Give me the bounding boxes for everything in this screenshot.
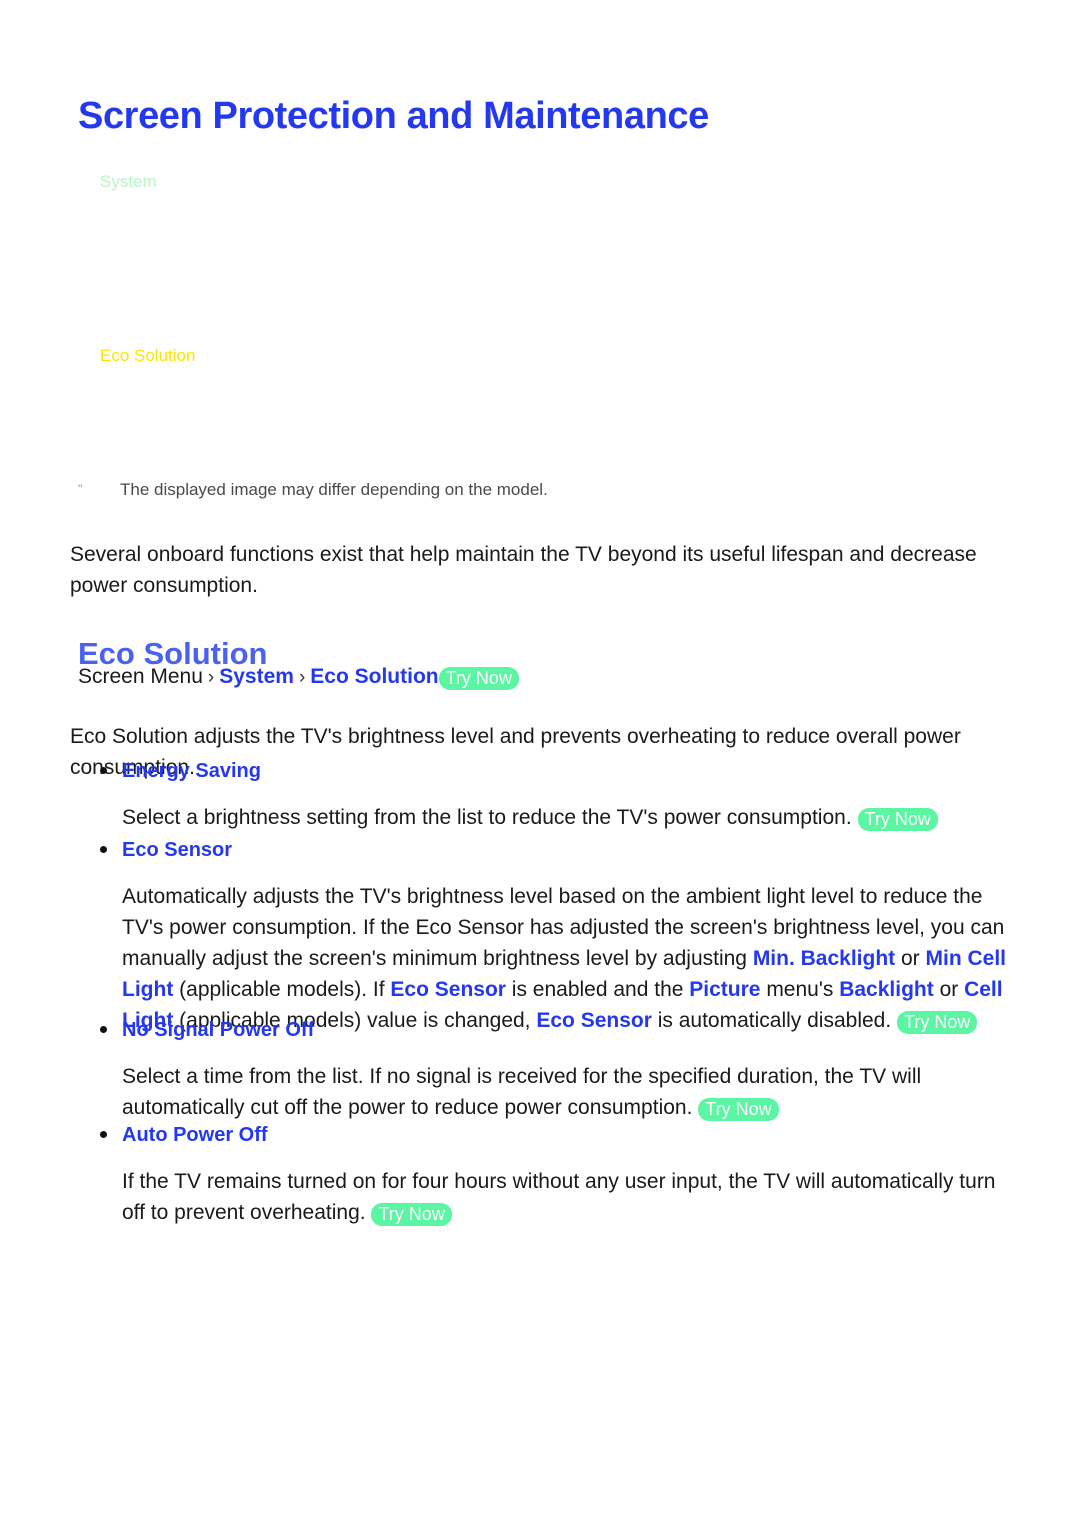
bullet-body-eco-sensor: Automatically adjusts the TV's brightnes… (70, 881, 1010, 1036)
intro-paragraph: Several onboard functions exist that hel… (70, 543, 977, 597)
bullet-text: Select a brightness setting from the lis… (122, 806, 852, 829)
bullet-label-energy-saving: Energy Saving (122, 760, 261, 782)
try-now-badge[interactable]: Try Now (371, 1203, 452, 1226)
bullet-dot-icon (100, 1131, 107, 1138)
term-backlight[interactable]: Backlight (839, 978, 934, 1001)
bullet-label-eco-sensor: Eco Sensor (122, 839, 233, 861)
term-min-backlight[interactable]: Min. Backlight (753, 947, 895, 970)
bullet-label-row: Energy Saving (70, 758, 1010, 784)
breadcrumb-root: Screen Menu (78, 665, 203, 688)
breadcrumb-link-system[interactable]: System (219, 665, 294, 688)
term-eco-sensor[interactable]: Eco Sensor (390, 978, 506, 1001)
try-now-badge[interactable]: Try Now (698, 1098, 779, 1121)
menu-label-eco-solution: Eco Solution (100, 346, 196, 365)
bullet-body-energy-saving: Select a brightness setting from the lis… (70, 802, 1010, 833)
bullet-text: menu's (760, 978, 840, 1001)
page-title: Screen Protection and Maintenance (78, 95, 709, 138)
footnote-text: The displayed image may differ depending… (120, 480, 548, 499)
try-now-badge[interactable]: Try Now (857, 808, 938, 831)
breadcrumb-link-eco-solution[interactable]: Eco Solution (310, 665, 438, 688)
bullet-label-row: Eco Sensor (70, 837, 1010, 863)
bullet-text: Select a time from the list. If no signa… (122, 1065, 922, 1119)
bullet-label-auto-power-off: Auto Power Off (122, 1124, 268, 1146)
bullet-label-row: No Signal Power Off (70, 1017, 1010, 1043)
bullet-dot-icon (100, 846, 107, 853)
bullet-text: (applicable models). If (173, 978, 391, 1001)
bullet-text: If the TV remains turned on for four hou… (122, 1170, 996, 1224)
breadcrumb: Screen Menu › System › Eco Solution Try Now (78, 663, 519, 692)
bullet-dot-icon (100, 1026, 107, 1033)
menu-illustration: System Eco Solution (78, 150, 1002, 450)
bullet-text: or (895, 947, 926, 970)
bullet-body-auto-power-off: If the TV remains turned on for four hou… (70, 1166, 1010, 1228)
try-now-badge[interactable]: Try Now (438, 667, 519, 690)
bullet-text: is enabled and the (505, 978, 690, 1001)
menu-label-system: System (100, 172, 157, 191)
bullet-dot-icon (100, 767, 107, 774)
bullet-block-no-signal-power-off: No Signal Power Off Select a time from t… (70, 1017, 1010, 1123)
figure-footnote: " The displayed image may differ dependin… (78, 480, 978, 500)
bullet-label-row: Auto Power Off (70, 1122, 1010, 1148)
bullet-block-eco-sensor: Eco Sensor Automatically adjusts the TV'… (70, 837, 1010, 1036)
bullet-text: or (933, 978, 965, 1001)
document-page: Screen Protection and Maintenance System… (0, 0, 1080, 1527)
chevron-right-icon: › (207, 667, 215, 688)
term-picture[interactable]: Picture (689, 978, 760, 1001)
footnote-mark-icon: " (78, 482, 83, 496)
bullet-body-no-signal-power-off: Select a time from the list. If no signa… (70, 1061, 1010, 1123)
bullet-label-no-signal-power-off: No Signal Power Off (122, 1019, 315, 1041)
bullet-block-auto-power-off: Auto Power Off If the TV remains turned … (70, 1122, 1010, 1228)
bullet-block-energy-saving: Energy Saving Select a brightness settin… (70, 758, 1010, 833)
chevron-right-icon: › (298, 667, 306, 688)
